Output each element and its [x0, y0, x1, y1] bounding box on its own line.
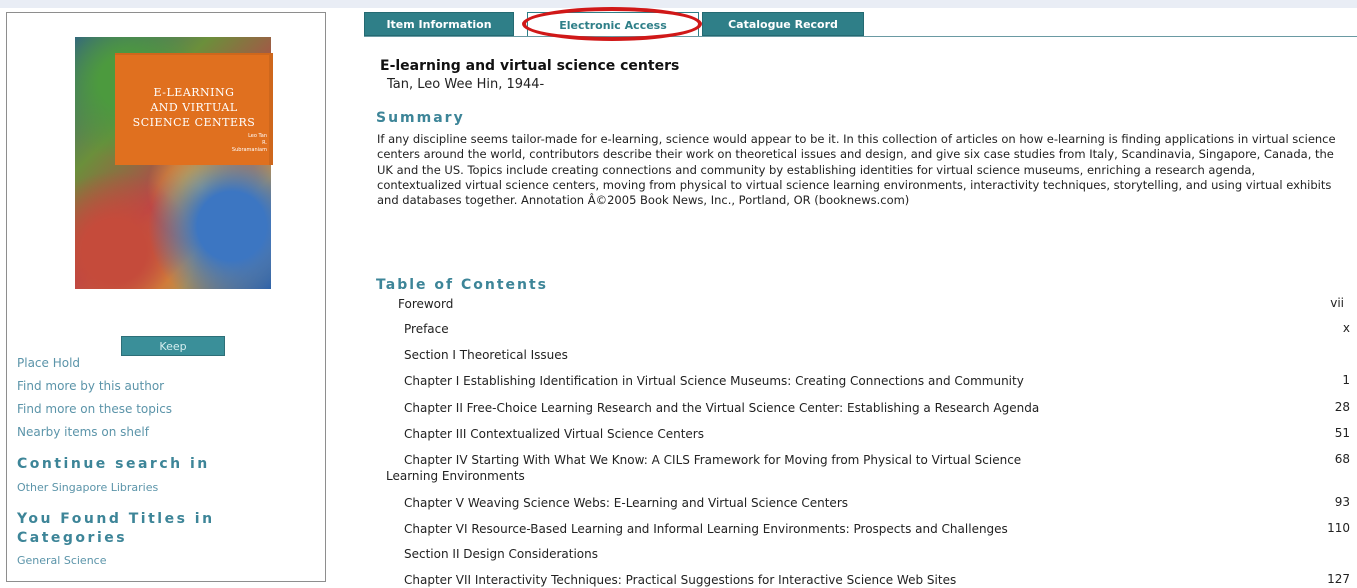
toc-entry-page: 28 — [1334, 400, 1350, 414]
toc-entry-page: 68 — [1334, 452, 1350, 466]
toc-entry-page: vii — [1330, 296, 1344, 310]
toc-entry-title-continued: Learning Environments — [386, 469, 525, 483]
toc-heading: Table of Contents — [376, 277, 549, 293]
toc-entry-title: Chapter IV Starting With What We Know: A… — [404, 453, 1022, 467]
item-sidebar: E-LEARNING AND VIRTUAL SCIENCE CENTERS L… — [6, 12, 326, 582]
toc-entry-page: 127 — [1327, 572, 1350, 586]
categories-heading-line2: Categories — [17, 530, 128, 546]
categories-heading-line1: You Found Titles in — [17, 511, 215, 527]
toc-entry-title: Chapter I Establishing Identification in… — [404, 374, 1024, 388]
toc-entry-title: Chapter III Contextualized Virtual Scien… — [404, 427, 704, 441]
book-title: E-learning and virtual science centers — [380, 58, 680, 74]
author-search-link[interactable]: Find more by this author — [17, 379, 164, 393]
tab-item-information[interactable]: Item Information — [364, 12, 514, 36]
other-libraries-link[interactable]: Other Singapore Libraries — [17, 481, 158, 494]
toc-entry-title: Preface — [404, 322, 449, 336]
book-author: Tan, Leo Wee Hin, 1944- — [387, 77, 545, 92]
summary-heading: Summary — [376, 110, 465, 126]
topic-search-link[interactable]: Find more on these topics — [17, 402, 172, 416]
toc-entry-title: Chapter II Free-Choice Learning Research… — [404, 401, 1040, 415]
summary-text: If any discipline seems tailor-made for … — [377, 132, 1336, 208]
cover-title-line: SCIENCE CENTERS — [132, 116, 256, 129]
cover-authors: Leo Tan R. Subramaniam — [227, 133, 267, 154]
toc-entry-page: 51 — [1334, 426, 1350, 440]
place-hold-link[interactable]: Place Hold — [17, 356, 80, 370]
category-link[interactable]: General Science — [17, 554, 107, 567]
top-band — [0, 0, 1357, 8]
toc-entry-title: Section II Design Considerations — [404, 547, 598, 561]
cover-title: E-LEARNING AND VIRTUAL SCIENCE CENTERS — [121, 85, 267, 130]
cover-title-line: AND VIRTUAL — [150, 101, 238, 114]
toc-entry-title: Chapter VII Interactivity Techniques: Pr… — [404, 573, 957, 587]
nearby-items-link[interactable]: Nearby items on shelf — [17, 425, 149, 439]
cover-author-line: R. Subramaniam — [231, 140, 267, 153]
tab-electronic-access[interactable]: Electronic Access — [527, 12, 699, 37]
toc-entry-title: Chapter VI Resource-Based Learning and I… — [404, 522, 1008, 536]
tab-catalogue-record[interactable]: Catalogue Record — [702, 12, 864, 36]
toc-entry-page: 1 — [1342, 373, 1350, 387]
tab-underline — [364, 36, 1357, 37]
keep-button[interactable]: Keep — [121, 336, 225, 356]
toc-entry-page: x — [1342, 321, 1350, 335]
cover-title-line: E-LEARNING — [153, 86, 235, 99]
toc-entry-page: 93 — [1334, 495, 1350, 509]
toc-entry-title: Foreword — [398, 297, 454, 311]
cover-author-line: Leo Tan — [248, 133, 267, 139]
toc-entry-title: Chapter V Weaving Science Webs: E-Learni… — [404, 496, 848, 510]
toc-entry-page: 110 — [1327, 521, 1350, 535]
continue-search-heading: Continue search in — [17, 456, 210, 472]
toc-entry-title: Section I Theoretical Issues — [404, 348, 568, 362]
